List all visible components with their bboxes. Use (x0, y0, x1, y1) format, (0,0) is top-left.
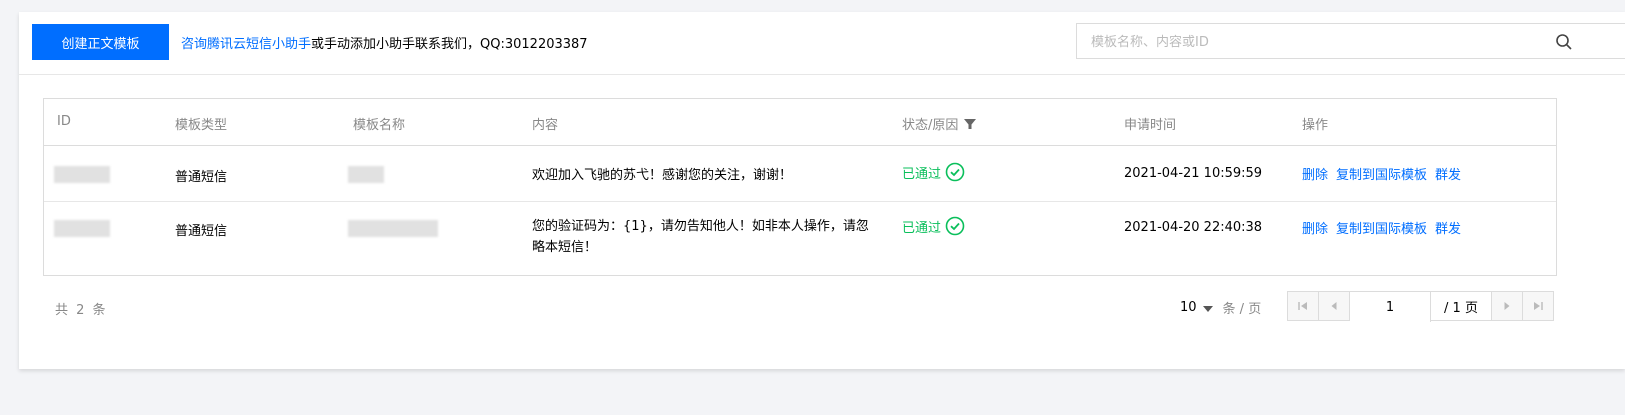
search-icon[interactable] (1555, 33, 1573, 51)
header-time: 申请时间 (1124, 118, 1177, 133)
page-size-select[interactable]: 10 条 / 页 (1180, 298, 1261, 317)
last-page-button[interactable] (1523, 292, 1553, 320)
mass-send-link[interactable]: 群发 (1435, 222, 1461, 237)
redacted-name (348, 166, 384, 183)
header-status-label: 状态/原因 (902, 118, 959, 133)
table-row: 普通短信 您的验证码为：{1}，请勿告知他人！如非本人操作，请忽略本短信！ 已通… (44, 202, 1556, 276)
filter-icon[interactable] (964, 118, 977, 130)
page-size-unit: 条 / 页 (1222, 302, 1262, 317)
help-assistant-link[interactable]: 咨询腾讯云短信小助手 (181, 37, 311, 52)
next-page-button[interactable] (1492, 292, 1523, 320)
chevron-right-icon (1504, 302, 1510, 310)
prev-page-button[interactable] (1319, 292, 1350, 320)
header-status: 状态/原因 (902, 114, 977, 133)
search-box (1076, 23, 1625, 60)
cell-actions: 删除 复制到国际模板 群发 (1302, 164, 1469, 183)
delete-link[interactable]: 删除 (1302, 222, 1328, 237)
redacted-id (54, 220, 110, 237)
cell-content: 欢迎加入飞驰的苏弋！感谢您的关注，谢谢！ (532, 168, 793, 183)
copy-international-link[interactable]: 复制到国际模板 (1336, 222, 1427, 237)
check-circle-icon (945, 162, 965, 182)
search-input[interactable] (1089, 24, 1533, 60)
copy-international-link[interactable]: 复制到国际模板 (1336, 168, 1427, 183)
first-page-icon (1298, 302, 1307, 310)
chevron-left-icon (1331, 302, 1337, 310)
table-header: ID 模板类型 模板名称 内容 状态/原因 申请时间 操作 (44, 99, 1556, 146)
header-name: 模板名称 (353, 118, 406, 133)
redacted-name (348, 220, 438, 237)
toolbar: 创建正文模板 咨询腾讯云短信小助手或手动添加小助手联系我们，QQ:3012203… (19, 12, 1625, 75)
last-page-icon (1534, 302, 1543, 310)
main-card: 创建正文模板 咨询腾讯云短信小助手或手动添加小助手联系我们，QQ:3012203… (19, 12, 1625, 369)
help-contact-text: 或手动添加小助手联系我们，QQ:3012203387 (311, 37, 588, 52)
total-count: 共 2 条 (55, 303, 108, 318)
cell-type: 普通短信 (175, 224, 228, 239)
cell-time: 2021-04-20 22:40:38 (1124, 220, 1263, 235)
cell-status: 已通过 (902, 216, 965, 236)
header-type: 模板类型 (175, 118, 228, 133)
first-page-button[interactable] (1288, 292, 1319, 320)
status-label: 已通过 (902, 220, 942, 236)
table-row: 普通短信 欢迎加入飞驰的苏弋！感谢您的关注，谢谢！ 已通过 2021-04-21… (44, 146, 1556, 202)
caret-down-icon (1202, 305, 1213, 312)
create-template-button[interactable]: 创建正文模板 (32, 24, 169, 60)
cell-type: 普通短信 (175, 170, 228, 185)
pagination: / 1 页 (1287, 291, 1554, 322)
cell-time: 2021-04-21 10:59:59 (1124, 166, 1263, 181)
page-size-value: 10 (1180, 300, 1197, 315)
header-id: ID (57, 114, 71, 129)
cell-actions: 删除 复制到国际模板 群发 (1302, 218, 1469, 237)
template-table: ID 模板类型 模板名称 内容 状态/原因 申请时间 操作 普通短信 欢迎加入飞… (43, 98, 1557, 276)
header-actions: 操作 (1302, 118, 1329, 133)
page-number-input[interactable] (1350, 292, 1431, 322)
cell-status: 已通过 (902, 162, 965, 182)
check-circle-icon (945, 216, 965, 236)
status-label: 已通过 (902, 166, 942, 182)
header-content: 内容 (532, 118, 559, 133)
total-pages: / 1 页 (1431, 292, 1492, 320)
redacted-id (54, 166, 110, 183)
delete-link[interactable]: 删除 (1302, 168, 1328, 183)
help-text: 咨询腾讯云短信小助手或手动添加小助手联系我们，QQ:3012203387 (181, 33, 588, 52)
cell-content: 您的验证码为：{1}，请勿告知他人！如非本人操作，请忽略本短信！ (532, 219, 869, 255)
mass-send-link[interactable]: 群发 (1435, 168, 1461, 183)
